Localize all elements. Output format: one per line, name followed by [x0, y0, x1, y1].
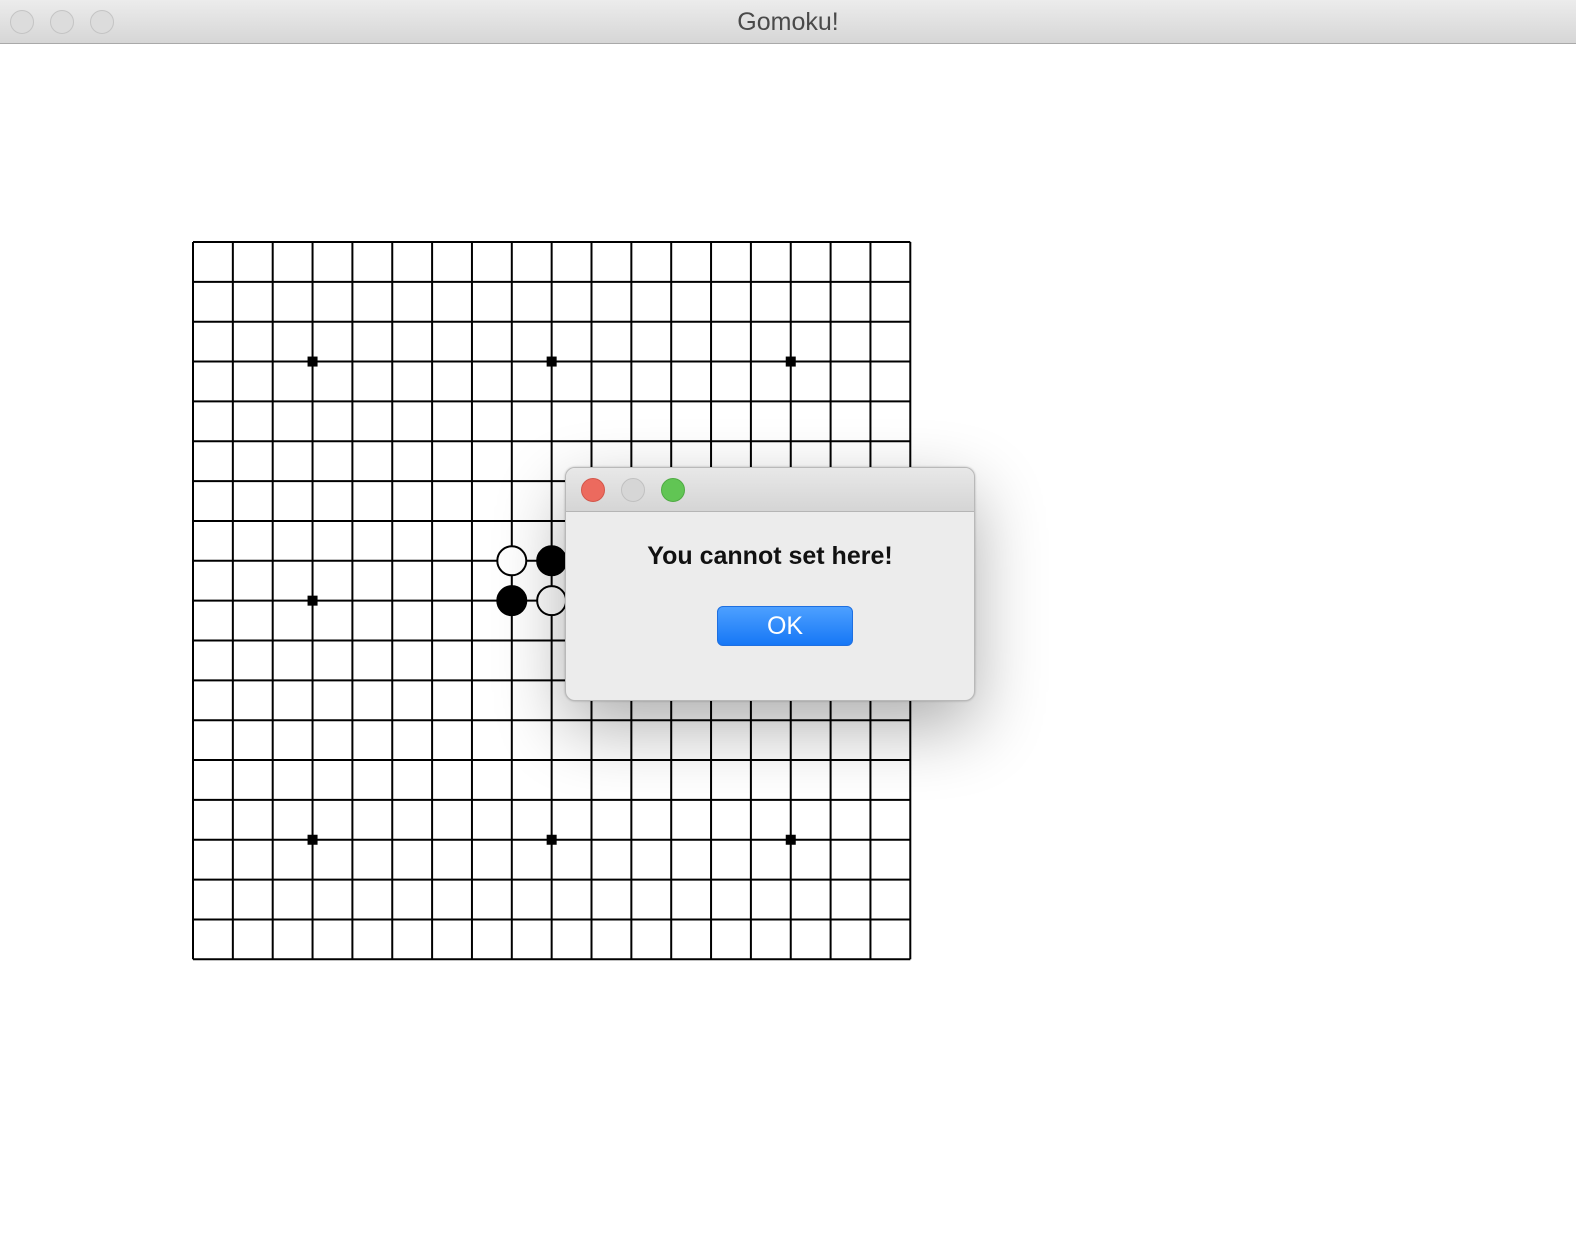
- star-point: [546, 834, 557, 845]
- white-stone[interactable]: [536, 585, 568, 617]
- window-title: Gomoku!: [737, 8, 839, 36]
- dialog-minimize-icon: [621, 478, 645, 502]
- star-point: [307, 595, 318, 606]
- black-stone[interactable]: [496, 585, 528, 617]
- dialog-titlebar[interactable]: [566, 468, 974, 512]
- star-point: [785, 356, 796, 367]
- ok-button[interactable]: OK: [717, 606, 853, 646]
- star-point: [307, 356, 318, 367]
- black-stone[interactable]: [536, 545, 568, 577]
- white-stone[interactable]: [496, 545, 528, 577]
- alert-dialog: You cannot set here! OK: [565, 467, 975, 701]
- window-titlebar[interactable]: Gomoku!: [0, 0, 1576, 44]
- star-point: [546, 356, 557, 367]
- gomoku-window: Gomoku! You cannot set here! OK: [0, 0, 1576, 1240]
- star-point: [785, 834, 796, 845]
- dialog-message: You cannot set here!: [647, 542, 893, 570]
- dialog-maximize-icon[interactable]: [661, 478, 685, 502]
- dialog-close-icon[interactable]: [581, 478, 605, 502]
- star-point: [307, 834, 318, 845]
